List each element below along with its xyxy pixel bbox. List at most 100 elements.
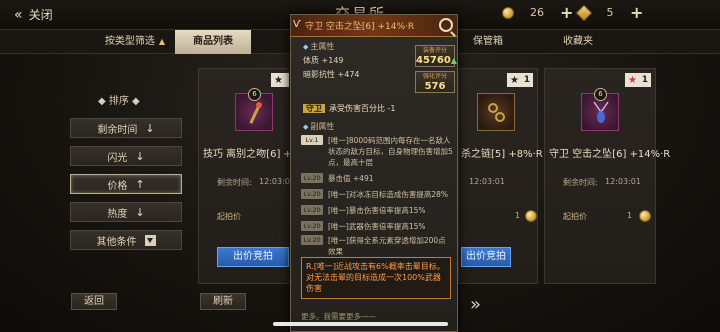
star-count: 1 [641, 75, 648, 85]
level-tag: Lv.20 [301, 205, 323, 215]
close-button[interactable]: « 关闭 [14, 6, 53, 23]
home-indicator[interactable] [273, 322, 448, 326]
arrow-down-icon: ↓ [145, 121, 155, 135]
arrow-down-icon: ↓ [135, 205, 145, 219]
enhance-score-label: 强化评分 [422, 73, 447, 80]
tab-filter-type[interactable]: 按类型筛选 ▲ [98, 30, 172, 54]
sub-attr-text: [唯一]获得全系元素穿透增加200点效果 [328, 236, 446, 256]
item-card[interactable]: ★ 1 6 守卫 空击之坠[6] +14%·R 剩余时间: 12:03:01 起… [544, 68, 670, 284]
tooltip-item-name: 守卫 空击之坠[6] +14%·R [305, 22, 415, 32]
diamond-icon: ◆ [303, 43, 309, 51]
sort-other-conditions-label: 其他条件 [96, 236, 137, 248]
bid-button[interactable]: 出价竞拍 [461, 247, 511, 267]
equip-score-value: 45760 [416, 55, 451, 66]
pendant-icon [593, 101, 609, 123]
item-tooltip: Ѵ 守卫 空击之坠[6] +14%·R ◆ 主属性 体质 +149 暗影抗性 +4… [290, 14, 458, 332]
tab-favorites-label: 收藏夹 [563, 36, 593, 47]
item-icon-frame [477, 93, 515, 131]
tab-favorites[interactable]: 收藏夹 [548, 30, 608, 54]
sort-price-label: 价格 [107, 180, 128, 192]
sub-attr-row: Lv.20 [唯一]获得全系元素穿透增加200点效果 [301, 235, 453, 257]
remain-label: 剩余时间: [217, 178, 252, 187]
guard-tag: 守卫 [303, 104, 325, 113]
back-button[interactable]: 返回 [71, 293, 117, 310]
diamond-icon: ◆ [303, 123, 309, 131]
chain-icon [488, 103, 505, 122]
guard-text: 承受伤害百分比 -1 [329, 104, 396, 113]
remain-time: 12:03:01 [605, 177, 641, 186]
equip-score: 装备评分 45760▲ [415, 45, 457, 67]
coin-amount: 26 [530, 6, 544, 19]
bid-button[interactable]: 出价竞拍 [217, 247, 289, 267]
bid-label: 起拍价 [563, 212, 587, 221]
star-icon: ★ [274, 74, 283, 86]
dropdown-icon [144, 234, 156, 246]
sub-attr-row: Lv.20 [唯一]暴击伤害倍率提高15% [301, 205, 453, 216]
necklace-icon: Ѵ [293, 19, 301, 30]
sort-other-conditions[interactable]: 其他条件 [70, 230, 182, 250]
tab-item-list-label: 商品列表 [193, 36, 233, 47]
flavor-text: 更多。我需要更多—— [301, 312, 376, 321]
coin-icon [525, 210, 537, 222]
tooltip-header: Ѵ 守卫 空击之坠[6] +14%·R [291, 15, 457, 37]
main-attr: 体质 +149 [303, 56, 344, 65]
bid-label: 起拍价 [217, 212, 241, 221]
next-page-icon[interactable]: » [470, 294, 481, 315]
sort-remaining-time-label: 剩余时间 [97, 124, 138, 136]
sub-attr-row: Lv.20 [唯一]武器伤害倍率提高15% [301, 221, 453, 232]
sub-attr-text: [唯一]对冰冻目标造成伤害提高28% [328, 190, 449, 199]
level-tag: Lv.20 [301, 235, 323, 245]
refresh-button[interactable]: 刷新 [200, 293, 246, 310]
gem-amount: 5 [606, 6, 614, 19]
arrow-down-icon: ↓ [135, 149, 145, 163]
arrow-up-icon: ↑ [135, 177, 145, 191]
remain-time: 12:03:01 [469, 177, 505, 186]
star-badge: ★ 1 [507, 73, 533, 87]
arrow-up-icon: ▲ [450, 56, 457, 65]
main-attr-title: ◆ 主属性 [303, 42, 335, 51]
sub-attr-text: [唯一]8000码范围内每存在一名敌人状态的敌方目标，自身物理伤害增加5点，最高… [328, 136, 453, 167]
item-card[interactable]: ★ 6 技巧 离别之吻[6] +15% 剩余时间: 12:03:01 起拍价 出… [198, 68, 314, 284]
search-icon[interactable] [439, 18, 453, 32]
sort-flash[interactable]: 闪光 ↓ [70, 146, 182, 166]
sub-attr-row: Lv.20 [唯一]对冰冻目标造成伤害提高28% [301, 189, 453, 200]
star-count: 1 [523, 75, 530, 85]
sub-attr-title: ◆ 副属性 [303, 122, 335, 131]
sort-popularity[interactable]: 热度 ↓ [70, 202, 182, 222]
sub-attr-row: Lv.20 暴击值 +491 [301, 173, 453, 184]
sub-attr-text: 暴击值 +491 [328, 174, 374, 183]
equip-score-label: 装备评分 [422, 47, 447, 54]
gem-counter: 5 + [575, 4, 643, 21]
sub-attr-text: [唯一]暴击伤害倍率提高15% [328, 206, 426, 215]
tab-storage-label: 保管箱 [473, 36, 503, 47]
triangle-up-icon: ▲ [158, 37, 166, 46]
guard-attr: 守卫 承受伤害百分比 -1 [303, 103, 396, 114]
coin-icon [639, 210, 651, 222]
gem-icon [575, 4, 593, 21]
enhance-score: 强化评分 576 [415, 71, 455, 93]
staff-icon [249, 102, 262, 124]
level-tag: Lv.20 [301, 221, 323, 231]
tab-item-list[interactable]: 商品列表 [175, 30, 251, 54]
main-attr: 暗影抗性 +474 [303, 70, 360, 79]
enhance-score-value: 576 [424, 81, 446, 92]
tab-storage[interactable]: 保管箱 [458, 30, 518, 54]
sort-price[interactable]: 价格 ↑ [70, 174, 182, 194]
add-coins-button[interactable]: + [560, 4, 573, 20]
sub-attr-text: [唯一]武器伤害倍率提高15% [328, 222, 426, 231]
level-tag: Lv.1 [301, 135, 323, 145]
level-tag: Lv.20 [301, 173, 323, 183]
item-name: 杀之链[5] +8%·R [461, 149, 543, 160]
coin-icon [502, 6, 514, 19]
bid-value: 1 [515, 211, 521, 220]
add-gems-button[interactable]: + [630, 4, 643, 20]
item-card[interactable]: ★ 1 杀之链[5] +8%·R 12:03:01 1 出价竞拍 [458, 68, 543, 284]
sub-attr-row: Lv.1 [唯一]8000码范围内每存在一名敌人状态的敌方目标，自身物理伤害增加… [301, 135, 453, 168]
star-icon: ★ [510, 74, 519, 86]
double-chevron-left-icon: « [14, 6, 22, 23]
sort-remaining-time[interactable]: 剩余时间 ↓ [70, 118, 182, 138]
bid-value: 1 [627, 211, 633, 220]
special-effect: R.[唯一]近战攻击有6%概率击晕目标。对无法击晕的目标造成一次100%武器伤害 [301, 257, 451, 299]
remain-label: 剩余时间: [563, 178, 598, 187]
close-label: 关闭 [28, 8, 53, 22]
